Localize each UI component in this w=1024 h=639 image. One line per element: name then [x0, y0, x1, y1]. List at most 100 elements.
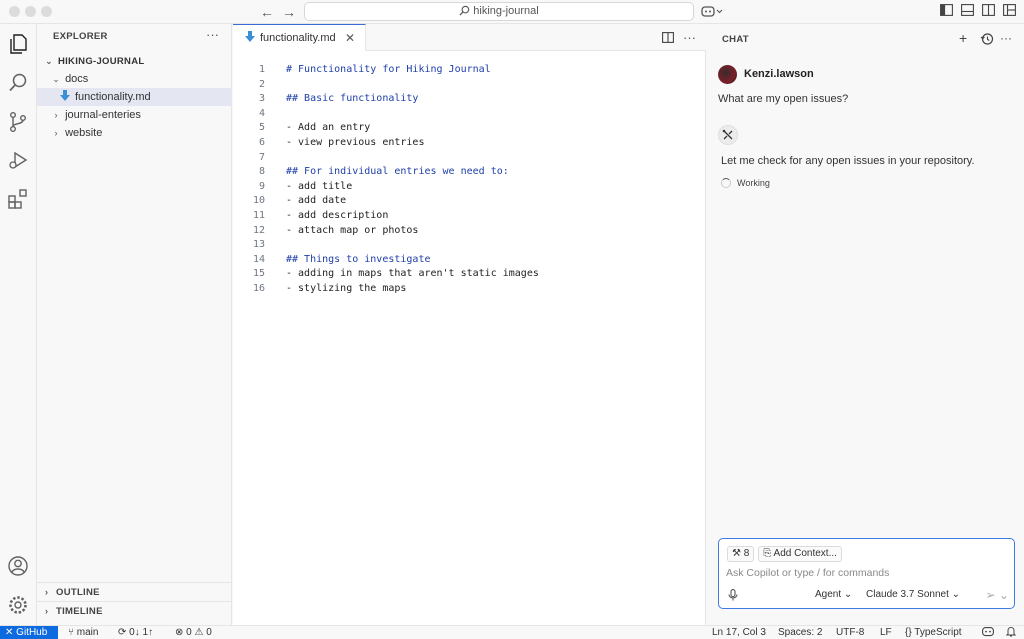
- language-label: TypeScript: [914, 627, 962, 638]
- line-number: 11: [252, 210, 265, 221]
- maximize-window-button[interactable]: [41, 6, 52, 17]
- branch-indicator[interactable]: ⑂ main: [68, 626, 98, 639]
- notifications-bell-icon[interactable]: [1005, 626, 1017, 639]
- line-number: 6: [258, 137, 265, 148]
- line-text: - Add an entry: [286, 122, 371, 134]
- code-line[interactable]: 5 - Add an entry: [233, 121, 706, 136]
- settings-gear-icon[interactable]: [6, 593, 30, 617]
- toggle-primary-sidebar-icon[interactable]: [938, 4, 954, 20]
- customize-layout-icon[interactable]: [1001, 4, 1017, 20]
- tree-item-website[interactable]: › website: [37, 124, 232, 142]
- toggle-panel-icon[interactable]: [959, 4, 975, 20]
- tools-icon: ⚒: [732, 548, 741, 559]
- send-icon[interactable]: ➢ ⌄: [986, 588, 1009, 602]
- tree-item-label: functionality.md: [75, 91, 151, 103]
- code-line[interactable]: 3 ## Basic functionality: [233, 92, 706, 107]
- remote-label: GitHub: [16, 627, 48, 638]
- code-line[interactable]: 1 # Functionality for Hiking Journal: [233, 63, 706, 78]
- line-text: ## Basic functionality: [286, 93, 419, 105]
- run-and-debug-icon[interactable]: [6, 148, 30, 172]
- explorer-more-actions-icon[interactable]: ···: [206, 27, 219, 42]
- forward-arrow-icon[interactable]: →: [279, 2, 299, 22]
- loading-spinner-icon: [721, 178, 731, 188]
- tree-item-docs[interactable]: ⌄ docs: [37, 70, 232, 88]
- tree-item-functionality-md[interactable]: functionality.md: [37, 88, 232, 106]
- mode-picker[interactable]: Agent ⌄: [815, 589, 852, 600]
- source-control-icon[interactable]: [6, 110, 30, 134]
- explorer-files-icon[interactable]: [6, 32, 30, 56]
- status-bar: ✕ GitHub ⑂ main ⟳ 0↓ 1↑ ⊗ 0 ⚠ 0 Ln 17, C…: [0, 625, 1024, 639]
- indentation[interactable]: Spaces: 2: [778, 626, 822, 639]
- problems-indicator[interactable]: ⊗ 0 ⚠ 0: [175, 626, 212, 639]
- close-window-button[interactable]: [9, 6, 20, 17]
- split-editor-icon[interactable]: [662, 32, 674, 43]
- code-line[interactable]: 7: [233, 151, 706, 166]
- language-mode[interactable]: {} TypeScript: [905, 626, 962, 639]
- code-line[interactable]: 9 - add title: [233, 180, 706, 195]
- attach-paperclip-icon: ⎘: [763, 548, 772, 559]
- tools-button[interactable]: ⚒ 8: [727, 546, 755, 562]
- command-center-search[interactable]: hiking-journal: [304, 2, 694, 21]
- code-line[interactable]: 16 - stylizing the maps: [233, 282, 706, 297]
- copilot-status-icon[interactable]: [982, 626, 994, 639]
- account-icon[interactable]: [6, 554, 30, 578]
- cursor-position[interactable]: Ln 17, Col 3: [712, 626, 766, 639]
- line-number: 3: [258, 93, 265, 105]
- back-arrow-icon[interactable]: ←: [257, 2, 277, 22]
- chat-user-name: Kenzi.lawson: [744, 68, 814, 80]
- encoding[interactable]: UTF-8: [836, 626, 864, 639]
- code-line[interactable]: 2: [233, 78, 706, 93]
- microphone-icon[interactable]: [728, 589, 738, 604]
- sync-indicator[interactable]: ⟳ 0↓ 1↑: [118, 626, 153, 639]
- new-chat-plus-icon[interactable]: +: [959, 30, 967, 46]
- code-line[interactable]: 6 - view previous entries: [233, 136, 706, 151]
- more-actions-icon[interactable]: ···: [683, 30, 696, 45]
- toggle-secondary-sidebar-icon[interactable]: [980, 4, 996, 20]
- line-number: 15: [252, 268, 265, 280]
- code-line[interactable]: 13: [233, 238, 706, 253]
- code-line[interactable]: 10 - add date: [233, 194, 706, 209]
- search-icon[interactable]: [6, 71, 30, 95]
- timeline-label: TIMELINE: [56, 606, 103, 617]
- code-line[interactable]: 11 - add description: [233, 209, 706, 224]
- line-text: # Functionality for Hiking Journal: [286, 64, 491, 75]
- code-line[interactable]: 4: [233, 107, 706, 122]
- close-tab-icon[interactable]: ✕: [345, 25, 355, 51]
- chat-assistant-message: Let me check for any open issues in your…: [721, 155, 975, 167]
- code-line[interactable]: 15 - adding in maps that aren't static im…: [233, 267, 706, 282]
- chevron-right-icon: ›: [45, 587, 49, 597]
- line-text: ## Things to investigate: [286, 253, 431, 265]
- model-picker[interactable]: Claude 3.7 Sonnet ⌄: [866, 589, 960, 600]
- tree-item-journal-enteries[interactable]: › journal-enteries: [37, 106, 232, 124]
- code-line[interactable]: 8 ## For individual entries we need to:: [233, 165, 706, 180]
- minimize-window-button[interactable]: [25, 6, 36, 17]
- extensions-icon[interactable]: [6, 187, 30, 211]
- line-text: - add description: [286, 210, 389, 221]
- line-text: ## For individual entries we need to:: [286, 166, 509, 178]
- root-folder-label: HIKING-JOURNAL: [57, 56, 145, 67]
- markdown-file-icon: [60, 90, 70, 101]
- add-context-button[interactable]: ⎘ Add Context...: [758, 546, 842, 562]
- tree-root-folder[interactable]: ⌄ HIKING-JOURNAL: [37, 52, 232, 70]
- chat-input-placeholder[interactable]: Ask Copilot or type / for commands: [726, 567, 889, 579]
- remote-indicator[interactable]: ✕ GitHub: [0, 626, 58, 639]
- line-text: - stylizing the maps: [286, 283, 407, 294]
- chat-history-icon[interactable]: [980, 32, 994, 49]
- end-of-line[interactable]: LF: [880, 626, 892, 639]
- tab-functionality-md[interactable]: functionality.md ✕: [233, 24, 366, 51]
- activity-bar: [0, 24, 37, 625]
- line-number: 16: [252, 283, 265, 294]
- tree-item-label: docs: [65, 73, 89, 85]
- chat-panel: CHAT + ··· Kenzi.lawson What are my open…: [707, 24, 1024, 625]
- tree-item-label: journal-enteries: [65, 109, 141, 121]
- copilot-icon[interactable]: [700, 4, 724, 20]
- explorer-header: EXPLORER: [53, 31, 108, 42]
- chat-more-actions-icon[interactable]: ···: [1000, 31, 1012, 45]
- outline-section-header[interactable]: › OUTLINE: [37, 582, 232, 601]
- code-line[interactable]: 14 ## Things to investigate: [233, 253, 706, 268]
- timeline-section-header[interactable]: › TIMELINE: [37, 601, 232, 620]
- chat-input-box[interactable]: ⚒ 8 ⎘ Add Context... Ask Copilot or type …: [718, 538, 1015, 609]
- line-number: 2: [258, 78, 265, 90]
- working-status: Working: [721, 178, 770, 188]
- code-line[interactable]: 12 - attach map or photos: [233, 224, 706, 239]
